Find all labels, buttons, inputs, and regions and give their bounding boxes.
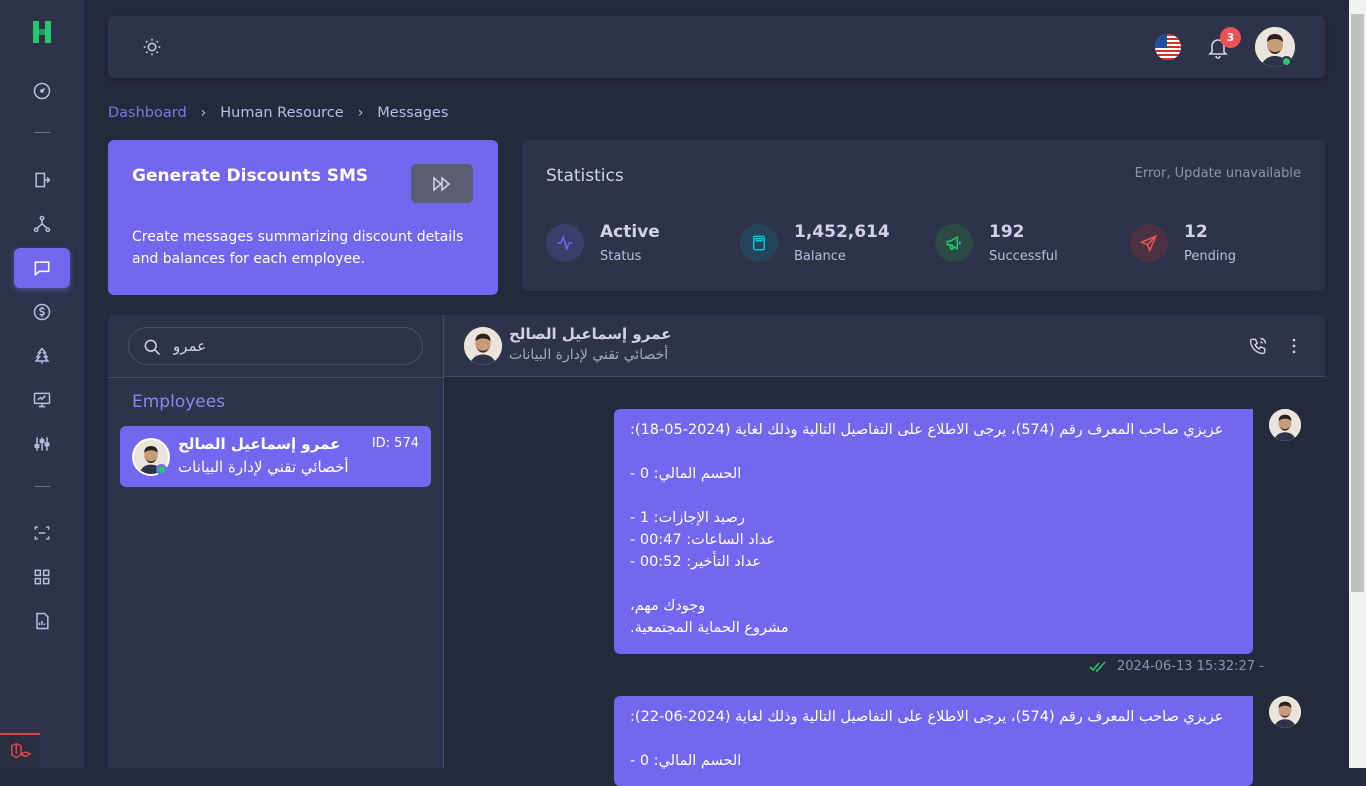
chat-contact-role: أخصائي تقني لإدارة البيانات bbox=[509, 347, 669, 363]
sidebar-divider bbox=[34, 486, 50, 487]
chat-conversation-panel: عمرو إسماعيل الصالح أخصائي تقني لإدارة ا… bbox=[444, 315, 1325, 786]
sidebar-item-apps[interactable] bbox=[14, 557, 70, 597]
sliders-icon bbox=[34, 437, 50, 451]
message-timestamp: 2024-06-13 15:32:27 - bbox=[1117, 659, 1264, 674]
employee-role: أخصائي تقني لإدارة البيانات bbox=[178, 458, 349, 476]
us-flag-icon[interactable] bbox=[1155, 34, 1181, 60]
hierarchy-icon bbox=[33, 215, 51, 233]
sidebar-item-messages[interactable] bbox=[14, 248, 70, 288]
stat-label: Successful bbox=[989, 249, 1058, 264]
employee-list-item[interactable]: عمرو إسماعيل الصالح أخصائي تقني لإدارة ا… bbox=[120, 426, 431, 487]
sidebar-item-hierarchy[interactable] bbox=[14, 204, 70, 244]
generate-sms-button[interactable] bbox=[411, 164, 473, 203]
stat-label: Status bbox=[600, 249, 642, 264]
top-navbar: 3 bbox=[108, 16, 1325, 78]
tree-icon bbox=[34, 347, 50, 364]
search-icon bbox=[144, 339, 161, 356]
message-meta: 2024-06-13 15:32:27 - bbox=[1089, 659, 1264, 674]
sidebar-item-reports[interactable] bbox=[14, 601, 70, 641]
sidebar-item-scan[interactable] bbox=[14, 513, 70, 553]
chevron-right-icon: › bbox=[357, 105, 364, 121]
sidebar-item-logout[interactable] bbox=[14, 160, 70, 200]
send-icon bbox=[1130, 224, 1168, 262]
chat-header: عمرو إسماعيل الصالح أخصائي تقني لإدارة ا… bbox=[444, 315, 1325, 377]
dollar-icon bbox=[33, 303, 51, 321]
breadcrumb: Dashboard › Human Resource › Messages bbox=[108, 103, 448, 123]
contact-search bbox=[128, 327, 423, 365]
scan-icon bbox=[34, 526, 50, 540]
generate-discounts-card: Generate Discounts SMS Create messages s… bbox=[108, 140, 498, 295]
exit-door-icon bbox=[35, 172, 51, 188]
message-sender-avatar bbox=[1269, 696, 1301, 728]
stat-label: Pending bbox=[1184, 249, 1236, 264]
laravel-debugbar-button[interactable] bbox=[0, 733, 40, 768]
sidebar-item-tree[interactable] bbox=[14, 336, 70, 376]
generate-card-title: Generate Discounts SMS bbox=[132, 166, 369, 186]
statistics-title: Statistics bbox=[546, 166, 624, 186]
message-icon bbox=[34, 261, 50, 277]
app-logo[interactable] bbox=[30, 18, 54, 46]
presentation-icon bbox=[33, 392, 51, 408]
divider bbox=[108, 377, 443, 378]
calculator-icon bbox=[740, 224, 778, 262]
notification-count-badge: 3 bbox=[1220, 27, 1241, 48]
statistics-error-note: Error, Update unavailable bbox=[1134, 166, 1301, 181]
more-vertical-icon[interactable] bbox=[1284, 336, 1304, 360]
breadcrumb-messages: Messages bbox=[377, 105, 449, 121]
chat-message: :عزيزي صاحب المعرف رقم (574)، يرجى الاطل… bbox=[614, 696, 1253, 786]
chat-contacts-panel: Employees عمرو إسماعيل الصالح أخصائي تقن… bbox=[108, 315, 444, 768]
speakerphone-icon bbox=[935, 224, 973, 262]
breadcrumb-dashboard[interactable]: Dashboard bbox=[108, 105, 187, 121]
chat-contact-avatar[interactable] bbox=[464, 327, 502, 365]
message-sender-avatar bbox=[1269, 409, 1301, 441]
online-status-dot bbox=[1281, 56, 1292, 67]
activity-icon bbox=[546, 224, 584, 262]
chevron-right-icon: › bbox=[200, 105, 207, 121]
fast-forward-icon bbox=[433, 175, 451, 192]
sidebar-item-settings[interactable] bbox=[14, 424, 70, 464]
report-icon bbox=[36, 612, 49, 630]
statistics-card: Statistics Error, Update unavailable Act… bbox=[522, 140, 1325, 291]
phone-call-icon[interactable] bbox=[1248, 336, 1268, 360]
page-scrollbar-thumb[interactable] bbox=[1351, 14, 1364, 592]
employee-id: ID: 574 bbox=[371, 436, 419, 451]
laravel-icon bbox=[11, 742, 31, 758]
generate-card-description: Create messages summarizing discount det… bbox=[132, 229, 464, 267]
sidebar-item-dashboard[interactable] bbox=[14, 71, 70, 111]
grid-icon bbox=[34, 569, 50, 585]
chat-contact-name: عمرو إسماعيل الصالح bbox=[509, 325, 672, 343]
theme-toggle-sun-icon[interactable] bbox=[141, 36, 163, 58]
sidebar-divider bbox=[34, 132, 50, 133]
stat-label: Balance bbox=[794, 249, 846, 264]
double-check-icon bbox=[1089, 660, 1106, 672]
sidebar bbox=[0, 0, 84, 768]
stat-value: 1,452,614 bbox=[794, 222, 890, 242]
chat-message: :عزيزي صاحب المعرف رقم (574)، يرجى الاطل… bbox=[614, 409, 1253, 654]
gauge-icon bbox=[33, 82, 51, 100]
breadcrumb-human-resource[interactable]: Human Resource bbox=[220, 105, 343, 121]
employee-name: عمرو إسماعيل الصالح bbox=[178, 435, 341, 453]
stat-value: 12 bbox=[1184, 222, 1208, 242]
sidebar-item-presentation[interactable] bbox=[14, 380, 70, 420]
employees-heading: Employees bbox=[132, 392, 226, 412]
stat-value: Active bbox=[600, 222, 660, 242]
stat-value: 192 bbox=[989, 222, 1025, 242]
contact-search-input[interactable] bbox=[173, 334, 403, 358]
sidebar-item-finance[interactable] bbox=[14, 292, 70, 332]
online-status-dot bbox=[156, 464, 167, 475]
